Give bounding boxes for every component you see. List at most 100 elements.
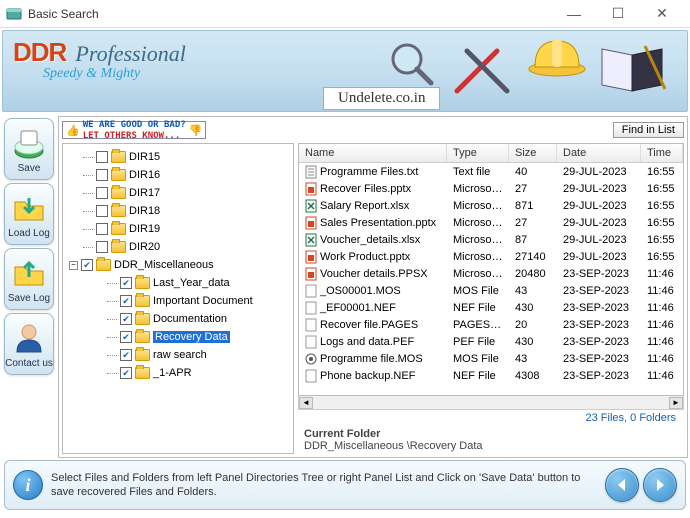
tree-node[interactable]: DIR15 (65, 148, 291, 166)
file-date: 23-SEP-2023 (557, 318, 641, 332)
checkbox[interactable] (120, 349, 132, 361)
file-icon (305, 233, 317, 247)
file-name: Work Product.pptx (320, 251, 410, 263)
file-size: 40 (509, 165, 557, 179)
tree-node[interactable]: DIR18 (65, 202, 291, 220)
tree-connector (107, 337, 117, 338)
tree-label: Recovery Data (153, 331, 230, 343)
folder-icon (135, 313, 150, 325)
scroll-left-icon[interactable]: ◄ (299, 397, 313, 409)
header-banner: DDR Professional Speedy & Mighty Undelet… (2, 30, 688, 112)
file-size: 430 (509, 335, 557, 349)
tree-connector (83, 175, 93, 176)
horizontal-scrollbar[interactable]: ◄ ► (298, 396, 684, 410)
file-type: Microsoft... (447, 182, 509, 196)
status-count: 23 Files, 0 Folders (298, 410, 684, 426)
file-row[interactable]: Voucher_details.xlsxMicrosoft...8729-JUL… (299, 231, 683, 248)
save-log-button[interactable]: Save Log (4, 248, 54, 310)
logo-block: DDR Professional Speedy & Mighty (13, 37, 186, 82)
file-row[interactable]: Programme file.MOSMOS File4323-SEP-20231… (299, 350, 683, 367)
checkbox[interactable] (96, 151, 108, 163)
file-row[interactable]: Logs and data.PEFPEF File43023-SEP-20231… (299, 333, 683, 350)
checkbox[interactable] (120, 331, 132, 343)
folder-icon (111, 187, 126, 199)
file-size: 43 (509, 284, 557, 298)
file-row[interactable]: Recover file.PAGESPAGES File2023-SEP-202… (299, 316, 683, 333)
checkbox[interactable] (120, 277, 132, 289)
save-button[interactable]: Save (4, 118, 54, 180)
save-button-icon (11, 125, 47, 161)
file-size: 20 (509, 318, 557, 332)
col-name[interactable]: Name (299, 144, 447, 162)
col-date[interactable]: Date (557, 144, 641, 162)
tree-node[interactable]: _1-APR (65, 364, 291, 382)
file-date: 23-SEP-2023 (557, 267, 641, 281)
tree-node[interactable]: DIR19 (65, 220, 291, 238)
forward-button[interactable] (643, 468, 677, 502)
tree-node[interactable]: DIR17 (65, 184, 291, 202)
file-type: NEF File (447, 369, 509, 383)
logo-tagline: Speedy & Mighty (43, 66, 186, 82)
contact-us-button[interactable]: Contact us (4, 313, 54, 375)
file-date: 29-JUL-2023 (557, 199, 641, 213)
col-size[interactable]: Size (509, 144, 557, 162)
checkbox[interactable] (96, 169, 108, 181)
checkbox[interactable] (96, 205, 108, 217)
checkbox[interactable] (96, 187, 108, 199)
col-time[interactable]: Time (641, 144, 683, 162)
tree-node[interactable]: Recovery Data (65, 328, 291, 346)
tree-label: DIR20 (129, 241, 160, 253)
directory-tree[interactable]: DIR15DIR16DIR17DIR18 DIR19 DIR20 − DDR_Misce… (62, 143, 294, 454)
tree-node[interactable]: − DDR_Miscellaneous (65, 256, 291, 274)
find-in-list-button[interactable]: Find in List (613, 122, 684, 138)
thumb-up-icon: 👍 (66, 124, 80, 137)
file-row[interactable]: Voucher details.PPSXMicrosoft...2048023-… (299, 265, 683, 282)
file-row[interactable]: Work Product.pptxMicrosoft...2714029-JUL… (299, 248, 683, 265)
current-folder-path: DDR_Miscellaneous \Recovery Data (304, 440, 678, 452)
scroll-right-icon[interactable]: ► (669, 397, 683, 409)
close-button[interactable]: ✕ (640, 0, 684, 28)
col-type[interactable]: Type (447, 144, 509, 162)
file-time: 11:46 (641, 318, 683, 332)
file-row[interactable]: Phone backup.NEFNEF File430823-SEP-20231… (299, 367, 683, 384)
load-log-button[interactable]: Load Log (4, 183, 54, 245)
tree-node[interactable]: DIR20 (65, 238, 291, 256)
checkbox[interactable] (120, 313, 132, 325)
file-list[interactable]: Name Type Size Date Time Programme Files… (298, 143, 684, 396)
tree-connector (107, 373, 117, 374)
file-size: 87 (509, 233, 557, 247)
tree-node[interactable]: Documentation (65, 310, 291, 328)
file-row[interactable]: Recover Files.pptxMicrosoft...2729-JUL-2… (299, 180, 683, 197)
file-size: 20480 (509, 267, 557, 281)
sidebar-label: Load Log (8, 228, 50, 239)
back-button[interactable] (605, 468, 639, 502)
checkbox[interactable] (81, 259, 93, 271)
maximize-button[interactable]: ☐ (596, 0, 640, 28)
file-row[interactable]: Programme Files.txtText file4029-JUL-202… (299, 163, 683, 180)
file-time: 11:46 (641, 335, 683, 349)
checkbox[interactable] (96, 223, 108, 235)
checkbox[interactable] (96, 241, 108, 253)
tree-node[interactable]: raw search (65, 346, 291, 364)
checkbox[interactable] (120, 367, 132, 379)
file-row[interactable]: _EF00001.NEFNEF File43023-SEP-202311:46 (299, 299, 683, 316)
file-icon (305, 284, 317, 298)
book-icon (597, 41, 667, 96)
tree-label: DIR19 (129, 223, 160, 235)
folder-icon (111, 241, 126, 253)
tree-node[interactable]: Important Document (65, 292, 291, 310)
tree-node[interactable]: DIR16 (65, 166, 291, 184)
tree-node[interactable]: Last_Year_data (65, 274, 291, 292)
file-row[interactable]: Sales Presentation.pptxMicrosoft...2729-… (299, 214, 683, 231)
feedback-banner[interactable]: 👍 WE ARE GOOD OR BAD? LET OTHERS KNOW...… (62, 121, 206, 139)
file-name: Recover file.PAGES (320, 319, 418, 331)
file-row[interactable]: Salary Report.xlsxMicrosoft...87129-JUL-… (299, 197, 683, 214)
checkbox[interactable] (120, 295, 132, 307)
minimize-button[interactable]: — (552, 0, 596, 28)
tree-label: Documentation (153, 313, 227, 325)
file-row[interactable]: _OS00001.MOSMOS File4323-SEP-202311:46 (299, 282, 683, 299)
file-size: 27 (509, 182, 557, 196)
feedback-line1: WE ARE GOOD OR BAD? (83, 120, 186, 130)
tree-label: DDR_Miscellaneous (114, 259, 214, 271)
expander-icon[interactable]: − (69, 261, 78, 270)
